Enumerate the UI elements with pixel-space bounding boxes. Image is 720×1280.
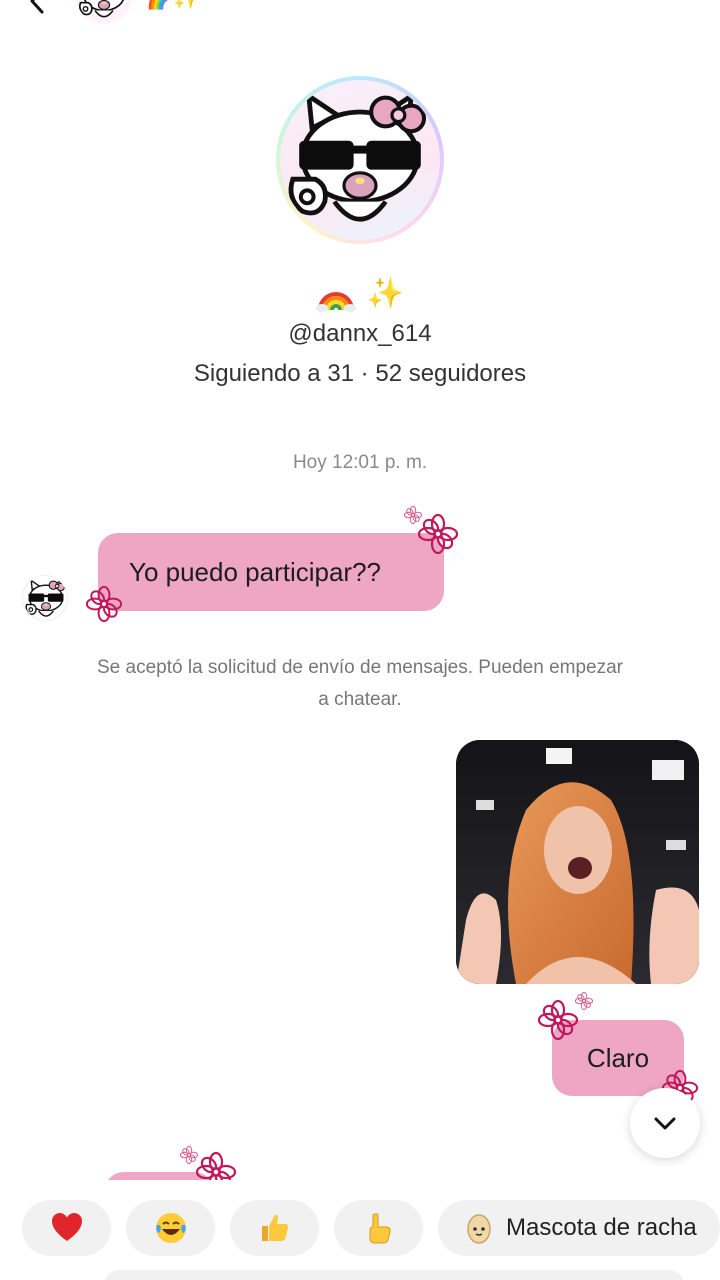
chat-timestamp: Hoy 12:01 p. m.	[292, 452, 428, 473]
flower-decoration-icon	[418, 514, 458, 554]
streak-pet-label: Mascota de racha	[506, 1214, 697, 1241]
egg-pet-icon	[467, 1214, 491, 1244]
scroll-to-bottom-button[interactable]	[630, 1088, 700, 1158]
quick-reaction-laugh[interactable]	[126, 1200, 215, 1256]
header-avatar[interactable]	[76, 0, 132, 24]
photo-thumbnail	[456, 740, 699, 984]
quick-reaction-thumbs-up[interactable]	[230, 1200, 319, 1256]
rainbow-icon	[315, 291, 356, 312]
flower-decoration-icon	[575, 992, 593, 1010]
profile-avatar[interactable]	[276, 76, 444, 244]
photo-message[interactable]	[456, 740, 699, 984]
red-heart-icon	[51, 1213, 82, 1241]
thumbs-up-icon	[261, 1214, 288, 1241]
profile-follow-stats: Siguiendo a 31 · 52 seguidores	[193, 360, 527, 387]
tears-of-joy-icon	[155, 1213, 186, 1243]
message-composer[interactable]	[104, 1270, 684, 1280]
pointing-hand-icon	[369, 1213, 391, 1244]
request-accepted-note: Se aceptó la solicitud de envío de mensa…	[97, 657, 623, 710]
message-text: Claro	[586, 1042, 650, 1073]
message-text: Yo puedo participar??	[129, 556, 382, 587]
flower-decoration-icon	[86, 586, 122, 622]
quick-reaction-point-up[interactable]	[334, 1200, 423, 1256]
header-emoji: 🌈✨	[146, 0, 201, 11]
chevron-left-icon[interactable]	[22, 0, 52, 16]
chat-header: 🌈✨	[0, 0, 720, 30]
sender-avatar[interactable]	[22, 575, 68, 621]
profile-username[interactable]: @dannx_614	[0, 320, 720, 348]
sparkles-icon: ✨	[366, 276, 405, 311]
streak-pet-button[interactable]: Mascota de racha	[438, 1200, 720, 1256]
quick-reaction-heart[interactable]	[22, 1200, 111, 1256]
incoming-message-bubble[interactable]: Yo puedo participar??	[98, 533, 444, 611]
profile-bio-emoji: ✨	[0, 272, 720, 312]
flower-decoration-icon	[538, 1000, 578, 1040]
chevron-down-icon	[654, 1117, 676, 1130]
